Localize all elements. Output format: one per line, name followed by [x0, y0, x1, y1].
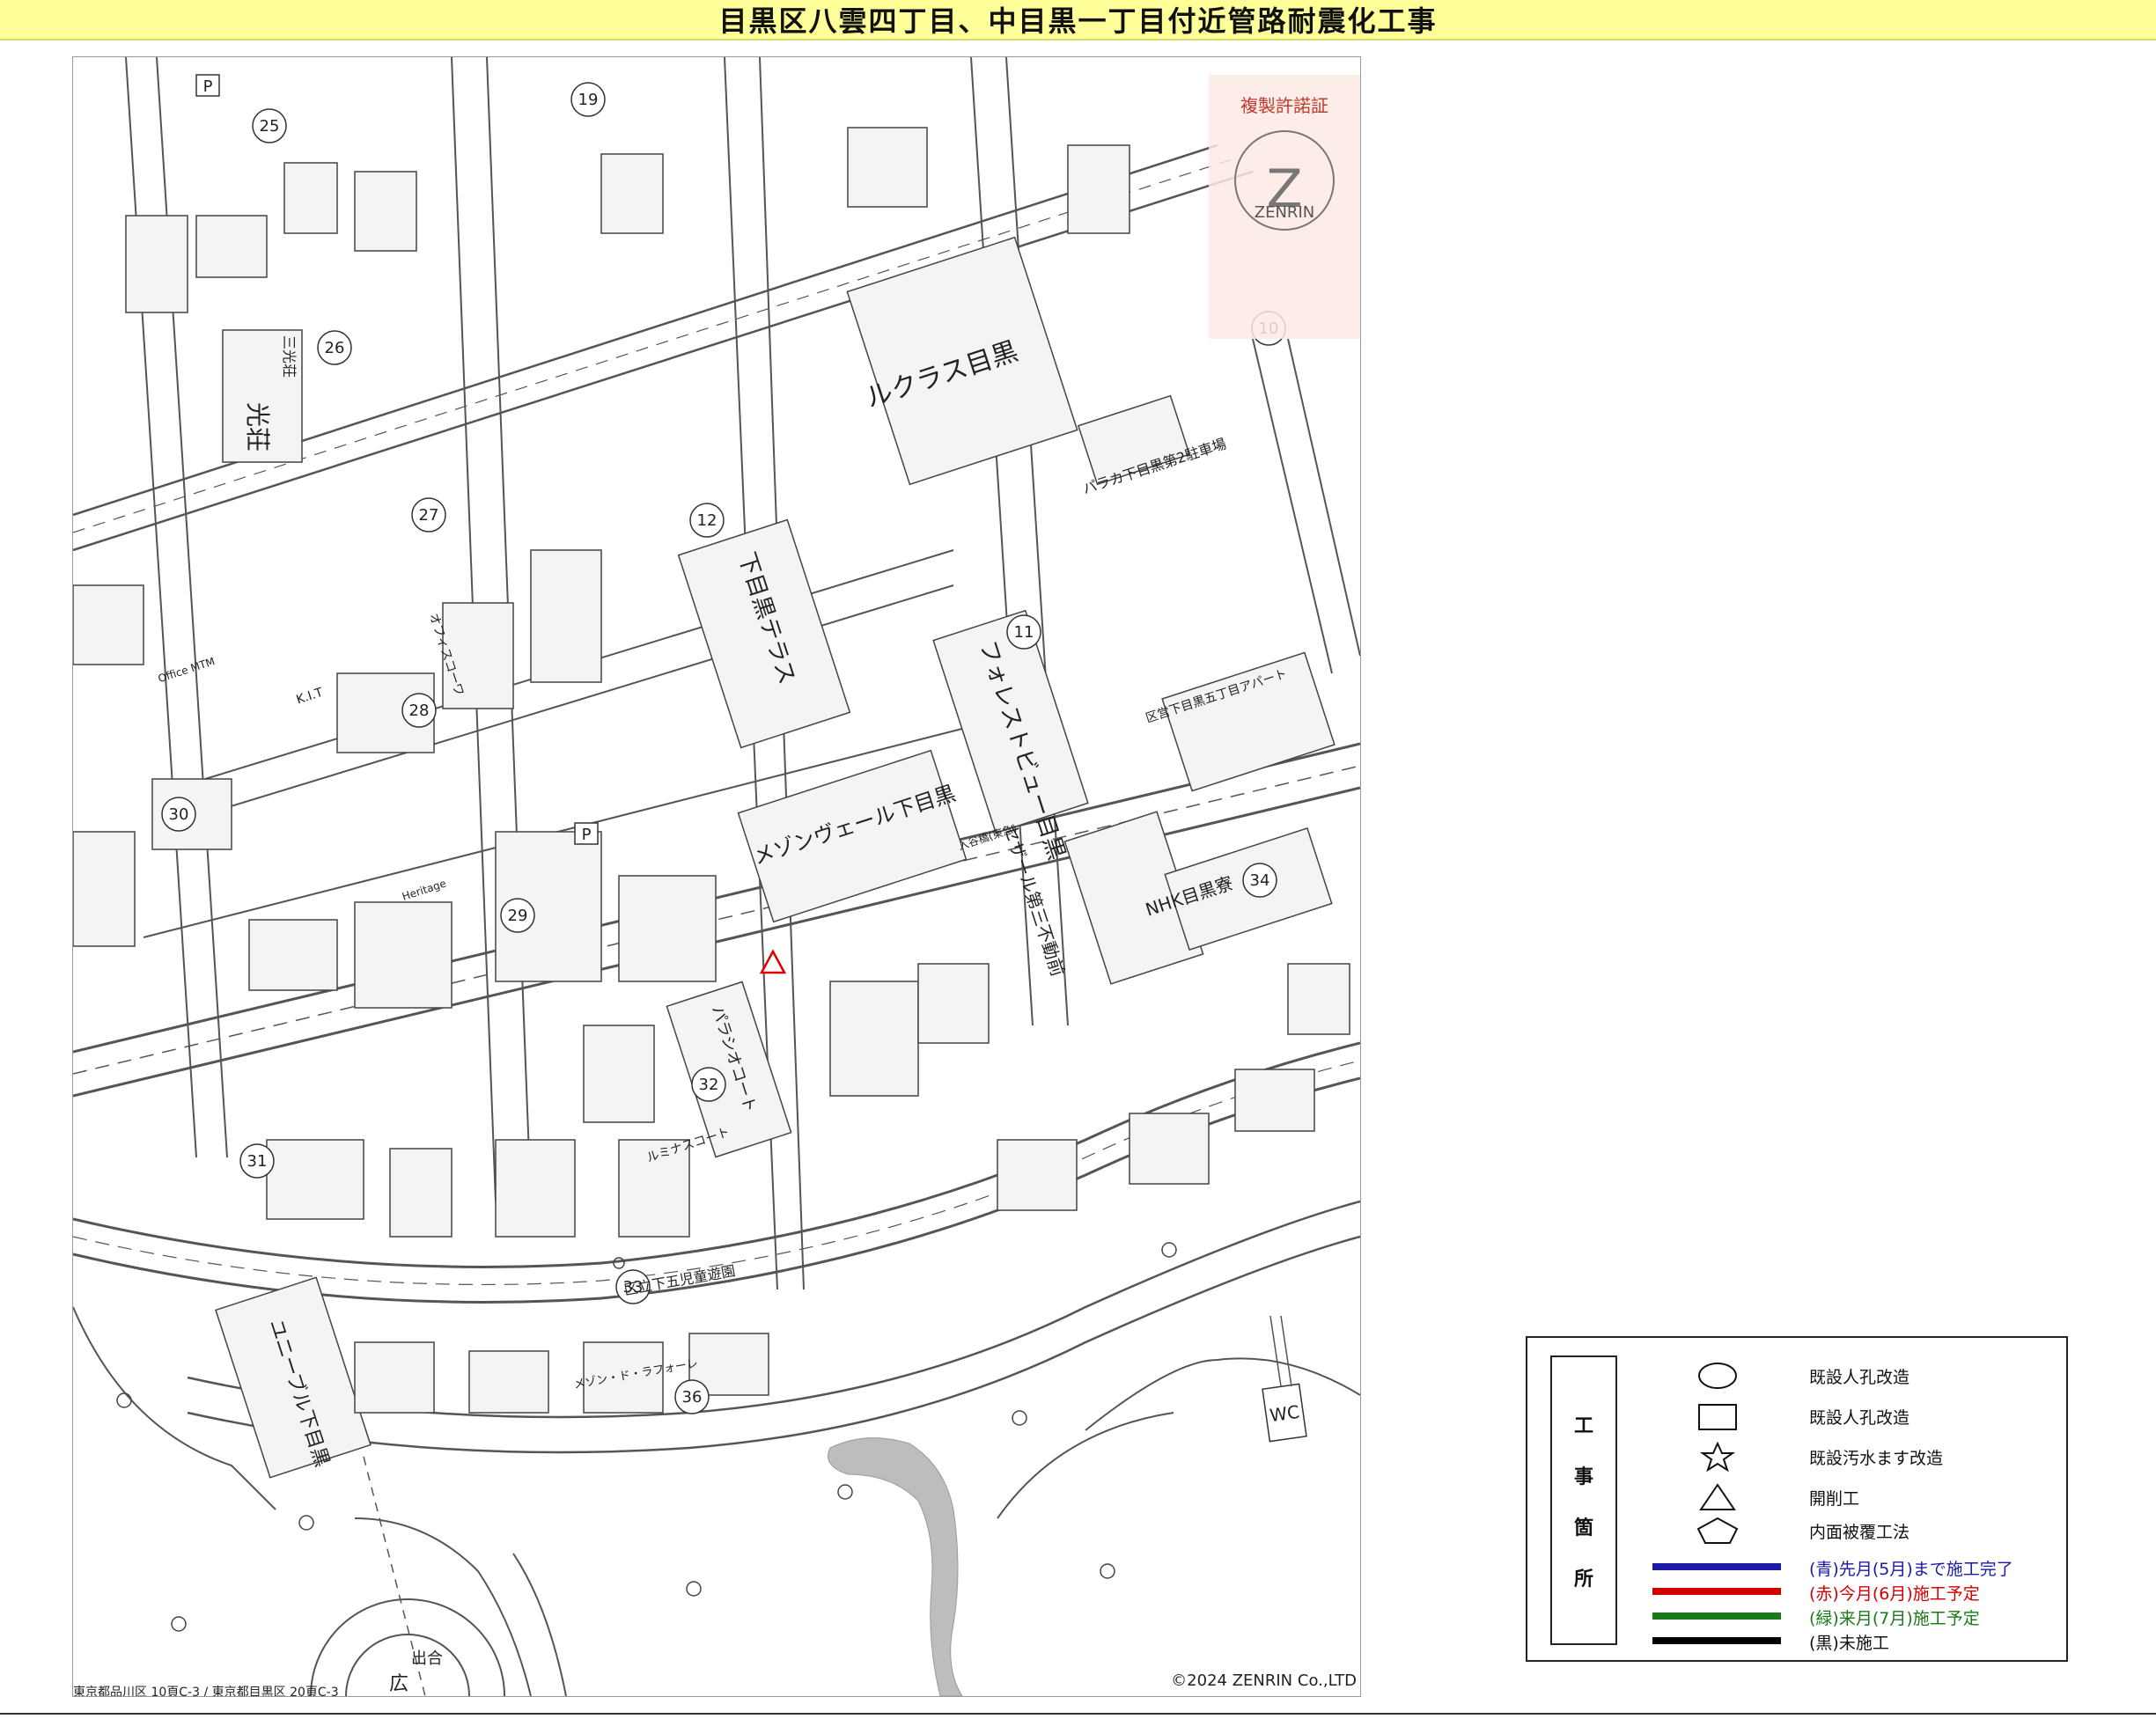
hiroba-label: 広	[389, 1673, 408, 1695]
black-line-swatch	[1652, 1637, 1781, 1644]
legend-caption-char-1: 工	[1573, 1414, 1593, 1437]
legend-label-ellipse: 既設人孔改造	[1809, 1368, 1910, 1387]
green-line-swatch	[1652, 1612, 1781, 1620]
legend-item-triangle: 開削工	[1633, 1482, 2047, 1512]
legend-item-ellipse: 既設人孔改造	[1633, 1361, 2047, 1391]
marker-28: 28	[409, 702, 430, 720]
legend-line-black: (黒)未施工	[1633, 1627, 2047, 1657]
legend-label-blue: (青)先月(5月)まで施工完了	[1809, 1560, 2013, 1579]
marker-12: 12	[697, 511, 717, 530]
wc-label: WC	[1269, 1401, 1301, 1426]
marker-27: 27	[419, 506, 439, 525]
marker-25: 25	[260, 117, 280, 136]
red-line-swatch	[1652, 1588, 1781, 1595]
bottom-border	[0, 1713, 2156, 1715]
square-icon	[1698, 1404, 1737, 1430]
building-label-b14: Office MTM	[157, 655, 217, 685]
legend-label-black: (黒)未施工	[1809, 1634, 1889, 1653]
legend-caption-char-4: 所	[1573, 1568, 1593, 1590]
legend-label-star: 既設汚水ます改造	[1809, 1449, 1944, 1468]
excavation-marker-icon[interactable]	[759, 949, 787, 974]
legend-label-square: 既設人孔改造	[1809, 1408, 1910, 1428]
ellipse-icon	[1698, 1363, 1737, 1389]
marker-34: 34	[1250, 871, 1270, 890]
permit-title: 複製許諾証	[1240, 95, 1328, 116]
building-label-b15: K.I.T	[295, 686, 326, 708]
title-bar: 目黒区八雲四丁目、中目黒一丁目付近管路耐震化工事	[0, 0, 2156, 40]
deai-label: 出合	[411, 1649, 443, 1668]
legend-label-green: (緑)来月(7月)施工予定	[1809, 1609, 1980, 1628]
building-label-b19: Heritage	[401, 878, 448, 903]
legend-caption: 工 事 箇 所	[1550, 1355, 1617, 1645]
legend-caption-char-3: 箇	[1573, 1517, 1593, 1539]
building-label-b11: 区立下五児童遊園	[622, 1262, 736, 1298]
legend-label-red: (赤)今月(6月)施工予定	[1809, 1584, 1980, 1604]
copyright-label: ©2024 ZENRIN Co.,LTD	[1171, 1671, 1357, 1690]
triangle-icon	[1699, 1483, 1736, 1510]
page-reference-label: 東京都品川区 10頁C-3 / 東京都目黒区 20頁C-3	[73, 1686, 339, 1696]
legend-label-pentagon: 内面被覆工法	[1809, 1523, 1910, 1542]
parking-label-2: P	[582, 826, 592, 844]
zenrin-permit-stamp: 複製許諾証 Z ZENRIN	[1209, 75, 1360, 339]
marker-31: 31	[247, 1152, 268, 1171]
legend-item-pentagon: 内面被覆工法	[1633, 1516, 2047, 1546]
blue-line-swatch	[1652, 1563, 1781, 1570]
marker-29: 29	[508, 907, 528, 925]
marker-19: 19	[578, 91, 599, 109]
legend-item-square: 既設人孔改造	[1633, 1401, 2047, 1431]
star-icon	[1699, 1442, 1736, 1472]
marker-26: 26	[325, 339, 345, 357]
page-title: 目黒区八雲四丁目、中目黒一丁目付近管路耐震化工事	[718, 4, 1438, 38]
pentagon-icon	[1696, 1517, 1739, 1544]
parking-label-1: P	[203, 77, 213, 96]
legend-item-star: 既設汚水ます改造	[1633, 1442, 2047, 1472]
map-canvas: 25 19 26 27 12 11 10 28 30 29 34 32 31 3…	[73, 57, 1360, 1696]
marker-36: 36	[682, 1388, 703, 1407]
legend-caption-char-2: 事	[1573, 1466, 1593, 1488]
marker-30: 30	[169, 805, 189, 824]
legend-label-triangle: 開削工	[1809, 1489, 1860, 1509]
pond	[828, 1437, 963, 1696]
map-area[interactable]: 25 19 26 27 12 11 10 28 30 29 34 32 31 3…	[72, 56, 1361, 1697]
marker-11: 11	[1014, 623, 1034, 642]
marker-32: 32	[699, 1076, 719, 1094]
building-label-b9: 光荘	[243, 402, 272, 452]
building-label-b10: 三光荘	[281, 335, 298, 378]
wc-facility: WC	[1262, 1315, 1307, 1443]
legend-panel: 工 事 箇 所 既設人孔改造 既設人孔改造 既設汚水ます改造 開削工 内面被覆工…	[1526, 1336, 2068, 1662]
permit-brand: ZENRIN	[1255, 203, 1314, 222]
